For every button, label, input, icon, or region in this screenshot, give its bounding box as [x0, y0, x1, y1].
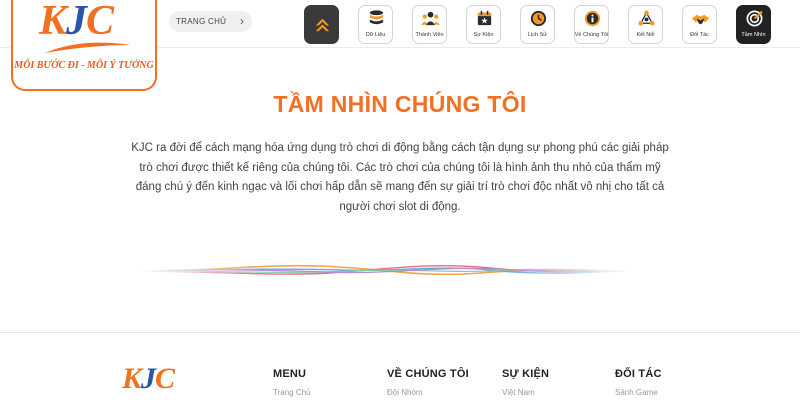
footer-link[interactable]: Trang Chủ [273, 388, 311, 397]
breadcrumb-label: TRANG CHỦ [176, 17, 227, 26]
footer-logo[interactable]: KJC [122, 363, 175, 395]
network-icon [638, 10, 655, 26]
database-icon [369, 10, 384, 25]
brand-logo[interactable]: KJC MỖI BƯỚC ĐI - MỖI Ý TƯỞNG [11, 0, 157, 91]
nav-item-partners[interactable]: Đối Tác [682, 5, 717, 44]
nav-item-connect[interactable]: Kết Nối [628, 5, 663, 44]
nav-label: Kết Nối [636, 32, 655, 38]
logo-swoosh-icon [45, 42, 131, 53]
footer-link[interactable]: Việt Nam [502, 388, 549, 397]
page-title: TẦM NHÌN CHÚNG TÔI [273, 91, 527, 117]
nav-label: Đối Tác [690, 32, 709, 38]
footer-heading: MENU [273, 368, 307, 380]
intro-paragraph: KJC ra đời để cách mạng hóa ứng dụng trò… [131, 142, 669, 213]
info-icon [584, 10, 601, 27]
footer-column-partners: ĐỐI TÁC Sảnh Game [615, 368, 662, 397]
footer: KJC MENU Trang Chủ VỀ CHÚNG TÔI Đội Nhóm… [0, 332, 800, 400]
users-icon [421, 11, 440, 26]
nav-label: Về Chúng Tôi [574, 32, 609, 38]
nav-item-events[interactable]: Sự Kiện [466, 5, 501, 44]
nav-item-vision[interactable]: Tầm Nhìn [736, 5, 771, 44]
footer-heading: ĐỐI TÁC [615, 368, 662, 380]
breadcrumb-home[interactable]: TRANG CHỦ › [169, 11, 253, 32]
footer-link[interactable]: Sảnh Game [615, 388, 662, 397]
footer-column-about: VỀ CHÚNG TÔI Đội Nhóm [387, 368, 469, 397]
handshake-icon [691, 14, 710, 25]
footer-heading: SỰ KIỆN [502, 368, 550, 380]
target-icon [746, 10, 763, 27]
clock-icon [530, 10, 547, 27]
footer-column-events: SỰ KIỆN Việt Nam [502, 368, 549, 397]
chevron-right-icon: › [239, 14, 245, 28]
nav-label: Sự Kiện [473, 32, 494, 38]
chevron-up-icon [315, 18, 330, 32]
nav-item-home[interactable] [304, 5, 339, 44]
logo-tagline: MỖI BƯỚC ĐI - MỖI Ý TƯỞNG [14, 60, 154, 71]
nav-label: Thành Viên [415, 32, 444, 38]
nav-label: Dữ Liệu [365, 32, 386, 38]
nav-item-data[interactable]: Dữ Liệu [358, 5, 393, 44]
calendar-icon [477, 10, 492, 26]
nav-item-about[interactable]: Về Chúng Tôi [574, 5, 609, 44]
logo-wordmark: KJC [39, 0, 114, 44]
nav-label: Lịch Sử [528, 32, 547, 38]
nav-label: Tầm Nhìn [741, 32, 766, 38]
nav-item-history[interactable]: Lịch Sử [520, 5, 555, 44]
decorative-wave [140, 256, 630, 286]
footer-link[interactable]: Đội Nhóm [387, 388, 469, 397]
nav-item-members[interactable]: Thành Viên [412, 5, 447, 44]
footer-heading: VỀ CHÚNG TÔI [387, 368, 469, 380]
footer-column-menu: MENU Trang Chủ [273, 368, 311, 397]
